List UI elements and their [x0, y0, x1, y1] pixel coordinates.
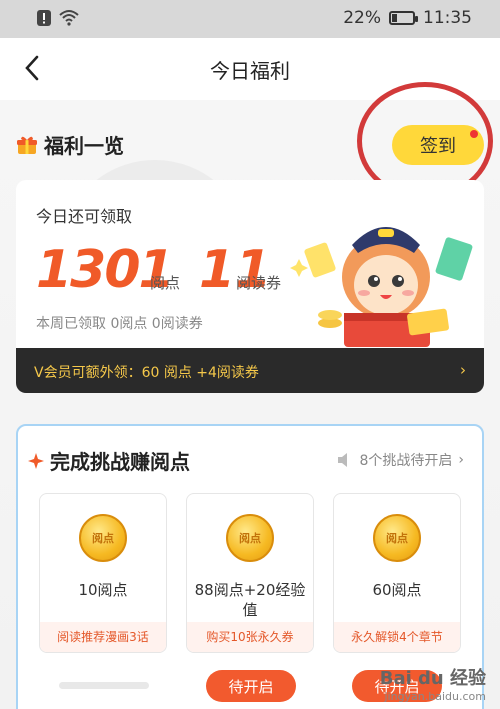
task-card[interactable]: 阅点 10阅点 阅读推荐漫画3话 [39, 493, 167, 653]
page-title: 今日福利 [210, 59, 290, 83]
challenge-title: 完成挑战赚阅点 [50, 450, 190, 474]
welfare-section-header: 福利一览 [16, 130, 124, 159]
vip-text: V会员可额外领：60 阅点 +4阅读券 [34, 365, 259, 381]
task-reward: 88阅点+20经验值 [194, 581, 306, 619]
challenge-header: 完成挑战赚阅点 [28, 446, 190, 475]
coin-icon: 阅点 [373, 514, 421, 562]
watermark-url: jingyan.baidu.com [384, 690, 486, 703]
tickets-unit: 阅读券 [236, 274, 282, 292]
section-title: 福利一览 [44, 134, 124, 158]
wifi-icon [59, 10, 79, 26]
coin-icon: 阅点 [226, 514, 274, 562]
task-description: 永久解锁4个章节 [334, 622, 460, 652]
pending-challenges-link[interactable]: 8个挑战待开启 › [337, 450, 464, 470]
coin-label: 阅点 [92, 532, 114, 545]
points-unit: 阅点 [150, 274, 181, 292]
chevron-right-icon: › [460, 361, 466, 379]
task-reward: 60阅点 [372, 581, 422, 599]
task-card[interactable]: 阅点 60阅点 永久解锁4个章节 [333, 493, 461, 653]
start-button[interactable]: 待开启 [206, 670, 296, 702]
status-bar: 22% 11:35 [0, 0, 500, 38]
task-progress-bar [59, 682, 149, 689]
pending-text: 8个挑战待开启 [359, 453, 453, 469]
coin-label: 阅点 [239, 532, 261, 545]
vip-banner[interactable]: V会员可额外领：60 阅点 +4阅读券 › [16, 348, 484, 393]
watermark: Bai du 经验 jingyan.baidu.com [380, 664, 486, 703]
coin-icon: 阅点 [79, 514, 127, 562]
task-description: 阅读推荐漫画3话 [40, 622, 166, 652]
clock: 11:35 [423, 8, 472, 28]
gift-icon [17, 136, 37, 154]
sparkle-icon [28, 452, 44, 469]
task-reward: 10阅点 [78, 581, 128, 599]
battery-percent: 22% [343, 8, 381, 28]
speaker-icon [338, 453, 348, 467]
remaining-label: 今日还可领取 [36, 207, 133, 226]
mascot-illustration [290, 227, 473, 347]
week-info: 本周已领取 0阅点 0阅读券 [36, 316, 203, 332]
watermark-logo: Bai du 经验 [379, 668, 486, 689]
chevron-right-icon: › [458, 452, 464, 468]
notification-dot [470, 130, 478, 138]
battery-icon [389, 11, 418, 25]
task-card[interactable]: 阅点 88阅点+20经验值 购买10张永久券 [186, 493, 314, 653]
alert-icon [37, 10, 51, 26]
task-description: 购买10张永久券 [187, 622, 313, 652]
coin-label: 阅点 [386, 532, 408, 545]
